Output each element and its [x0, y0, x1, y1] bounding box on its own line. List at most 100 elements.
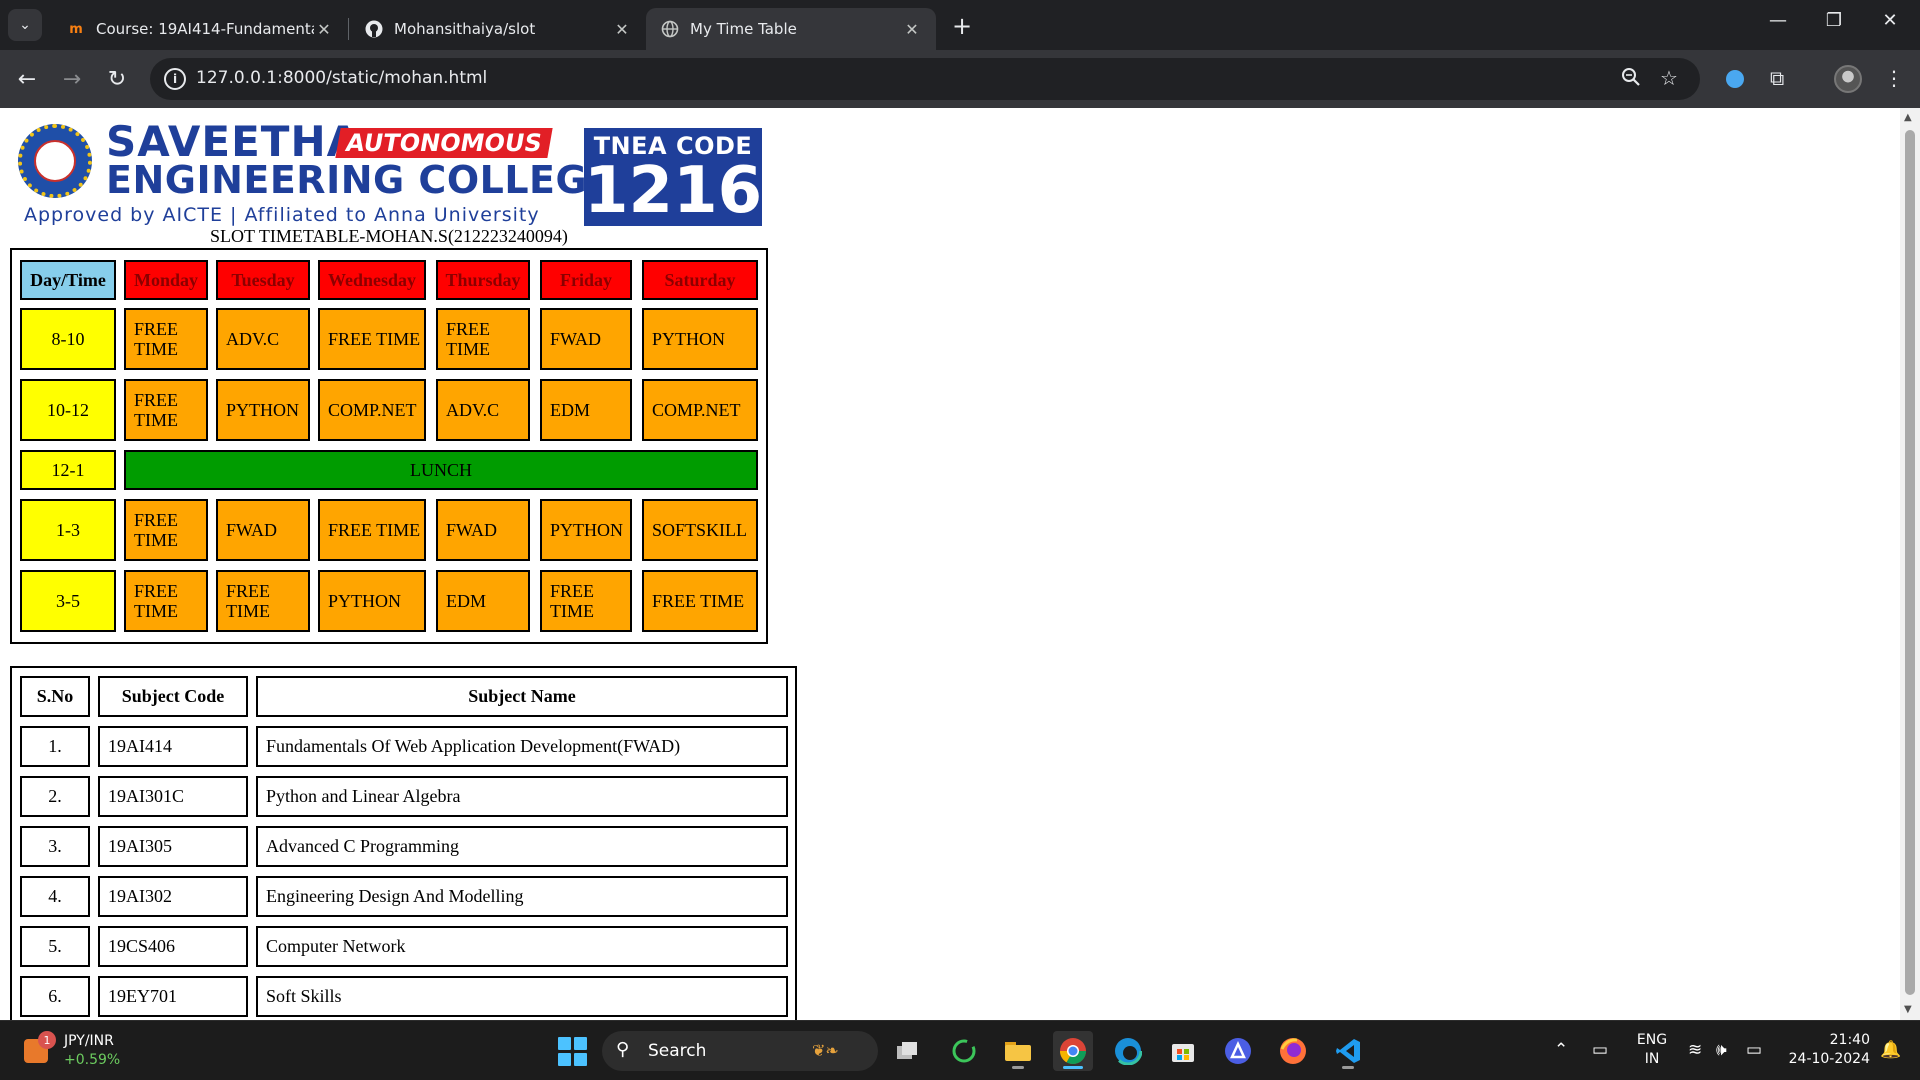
close-icon[interactable]: ✕: [902, 20, 922, 39]
table-row-name: Engineering Design And Modelling: [256, 876, 788, 917]
tab-my-time-table[interactable]: My Time Table ✕: [646, 8, 936, 50]
bookmark-star-icon[interactable]: ☆: [1660, 66, 1678, 90]
edge-icon: [1114, 1037, 1142, 1065]
page-scrollbar[interactable]: ▲ ▼: [1900, 108, 1920, 1020]
scroll-down-icon[interactable]: ▼: [1904, 1004, 1912, 1015]
url-text[interactable]: 127.0.0.1:8000/static/mohan.html: [196, 68, 487, 88]
table-row-code: 19AI302: [98, 876, 248, 917]
taskbar-app-vscode[interactable]: [1328, 1031, 1368, 1071]
timetable-cell: FWAD: [436, 499, 530, 561]
widget-title: JPY/INR: [64, 1033, 114, 1049]
timetable-cell: PYTHON: [642, 308, 758, 370]
task-view-icon: [897, 1042, 917, 1059]
taskbar-search[interactable]: ⚲ Search ❦❧: [602, 1031, 878, 1071]
tab-course[interactable]: m Course: 19AI414-Fundamentals ✕: [52, 8, 348, 50]
globe-icon: [660, 19, 680, 39]
search-highlight-icon: ❦❧: [812, 1041, 839, 1060]
tab-github[interactable]: Mohansithaiya/slot ✕: [350, 8, 646, 50]
taskbar-app-firefox[interactable]: [1273, 1031, 1313, 1071]
menu-kebab-icon[interactable]: ⋮: [1884, 66, 1904, 90]
touch-keyboard-icon[interactable]: ▭: [1592, 1040, 1608, 1060]
header-friday: Friday: [540, 260, 632, 300]
volume-icon[interactable]: 🕪: [1716, 1040, 1727, 1060]
zoom-icon[interactable]: [1620, 66, 1642, 93]
page-viewport: SAVEETHA AUTONOMOUS ENGINEERING COLLEGE …: [0, 108, 1900, 1020]
header-thursday: Thursday: [436, 260, 530, 300]
clock[interactable]: 21:40 24-10-2024: [1780, 1031, 1870, 1069]
site-info-icon[interactable]: i: [164, 68, 186, 90]
window-close-button[interactable]: ✕: [1870, 10, 1910, 31]
taskbar-app-chrome[interactable]: [1053, 1031, 1093, 1071]
wifi-icon[interactable]: ≋: [1688, 1040, 1702, 1060]
notification-bell-icon[interactable]: 🔔: [1880, 1040, 1901, 1060]
scroll-up-icon[interactable]: ▲: [1904, 112, 1912, 123]
header-subject-code: Subject Code: [98, 676, 248, 717]
tab-title: Mohansithaiya/slot: [394, 20, 536, 38]
tab-search-button[interactable]: ⌄: [8, 9, 42, 41]
circular-arrow-icon: [952, 1039, 976, 1063]
tab-separator: [348, 18, 349, 40]
weather-widget[interactable]: 1 JPY/INR +0.59%: [24, 1029, 144, 1073]
header-saturday: Saturday: [642, 260, 758, 300]
running-indicator: [1063, 1066, 1083, 1069]
header-day-time: Day/Time: [20, 260, 116, 300]
chevron-up-icon[interactable]: ⌃: [1554, 1040, 1568, 1060]
language-indicator[interactable]: ENG IN: [1630, 1031, 1674, 1069]
back-button[interactable]: ←: [12, 64, 42, 94]
timetable-cell: PYTHON: [216, 379, 310, 441]
taskbar-app-store[interactable]: [1163, 1031, 1203, 1071]
slot-1-3: 1-3: [20, 499, 116, 561]
timetable-cell: FREE TIME: [124, 570, 208, 632]
widget-value: +0.59%: [64, 1052, 121, 1068]
firefox-icon: [1280, 1038, 1306, 1064]
timetable-cell: FWAD: [540, 308, 632, 370]
extension-icon[interactable]: [1726, 70, 1744, 88]
taskbar-app-copilot[interactable]: [1218, 1031, 1258, 1071]
reload-button[interactable]: ↻: [102, 64, 132, 94]
language-code: ENG: [1636, 1032, 1668, 1048]
close-icon[interactable]: ✕: [612, 20, 632, 39]
profile-avatar[interactable]: [1834, 65, 1862, 93]
table-row-sno: 5.: [20, 926, 90, 967]
minimize-button[interactable]: —: [1758, 10, 1798, 31]
header-monday: Monday: [124, 260, 208, 300]
slot-12-1: 12-1: [20, 450, 116, 490]
close-icon[interactable]: ✕: [314, 20, 334, 39]
tab-strip: ⌄ m Course: 19AI414-Fundamentals ✕ Mohan…: [0, 0, 1920, 50]
github-icon: [364, 19, 384, 39]
arrow-right-icon: →: [62, 66, 82, 92]
arrow-left-icon: ←: [17, 66, 37, 92]
folder-icon: [1005, 1042, 1031, 1061]
timetable-cell: EDM: [540, 379, 632, 441]
restore-button[interactable]: ❐: [1814, 10, 1854, 31]
task-view-button[interactable]: [888, 1031, 928, 1071]
scrollbar-thumb[interactable]: [1905, 130, 1915, 995]
table-row-name: Python and Linear Algebra: [256, 776, 788, 817]
address-bar[interactable]: i 127.0.0.1:8000/static/mohan.html ☆: [150, 58, 1700, 100]
extensions-puzzle-icon[interactable]: ⧉: [1770, 66, 1784, 90]
table-row-sno: 2.: [20, 776, 90, 817]
timetable-cell: FREE TIME: [642, 570, 758, 632]
subject-table: S.No Subject Code Subject Name 1. 19AI41…: [10, 666, 797, 1020]
table-row-sno: 1.: [20, 726, 90, 767]
college-logo: SAVEETHA AUTONOMOUS ENGINEERING COLLEGE …: [18, 116, 762, 226]
timetable-cell: ADV.C: [216, 308, 310, 370]
timetable-cell: FREE TIME: [124, 499, 208, 561]
clock-date: 24-10-2024: [1788, 1051, 1870, 1067]
timetable-cell: COMP.NET: [642, 379, 758, 441]
page-title: SLOT TIMETABLE-MOHAN.S(212223240094): [210, 226, 568, 246]
search-placeholder: Search: [648, 1041, 707, 1061]
header-subject-name: Subject Name: [256, 676, 788, 717]
taskbar-app-explorer[interactable]: [998, 1031, 1038, 1071]
taskbar-app-edge[interactable]: [1108, 1031, 1148, 1071]
timetable-cell: PYTHON: [540, 499, 632, 561]
tnea-code: 1216: [584, 154, 763, 228]
search-icon: ⚲: [616, 1039, 630, 1060]
start-button[interactable]: [552, 1031, 592, 1071]
forward-button[interactable]: →: [57, 64, 87, 94]
new-tab-button[interactable]: +: [950, 12, 974, 40]
taskbar-app-refresh[interactable]: [944, 1031, 984, 1071]
lunch-cell: LUNCH: [124, 450, 758, 490]
timetable: Day/Time Monday Tuesday Wednesday Thursd…: [10, 248, 768, 644]
battery-icon[interactable]: ▭: [1746, 1040, 1762, 1060]
